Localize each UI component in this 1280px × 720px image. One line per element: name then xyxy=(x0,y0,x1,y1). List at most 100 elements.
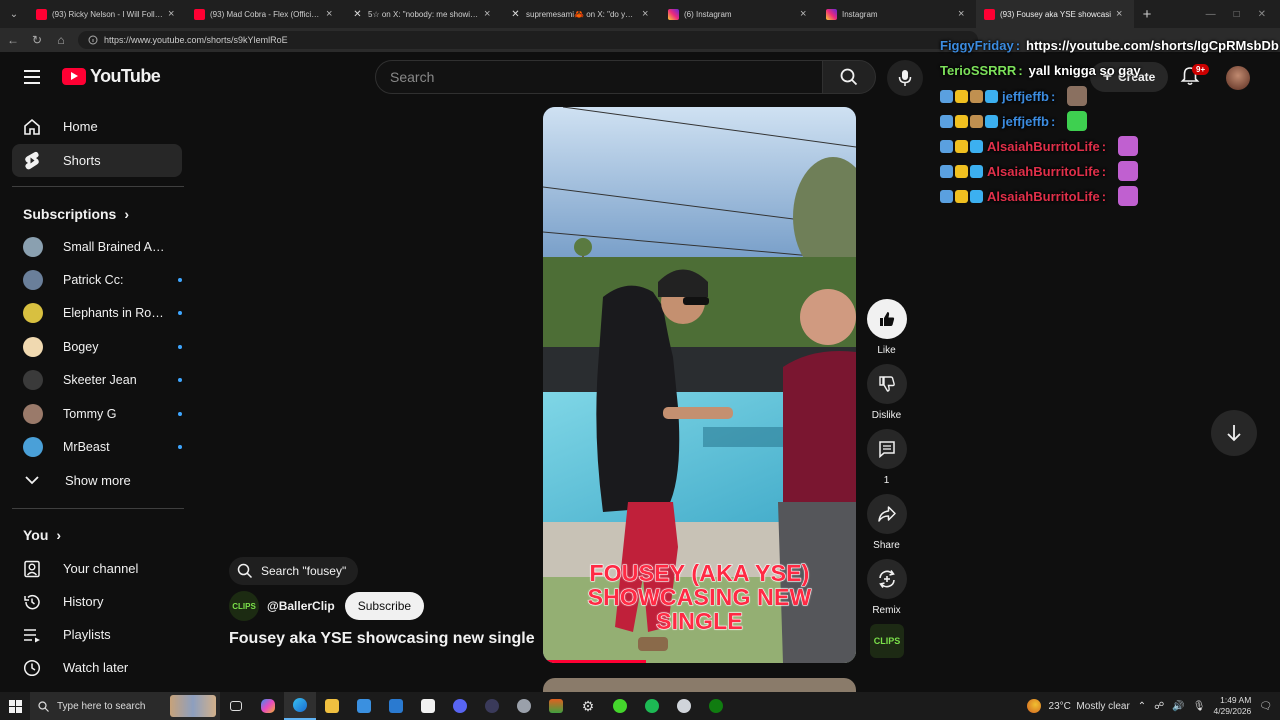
close-tab-icon[interactable]: × xyxy=(958,8,968,20)
browser-tab[interactable]: (93) Mad Cobra - Flex (Official Vide × xyxy=(186,0,344,28)
chat-message: AlsaiahBurritoLife: xyxy=(940,136,1139,156)
weather-text[interactable]: 23°C Mostly clear xyxy=(1049,701,1130,712)
remix-circle xyxy=(866,559,907,599)
browser-tab[interactable]: ✕ supremesami🦀 on X: "do you lik × xyxy=(502,0,660,28)
account-avatar[interactable] xyxy=(1226,66,1250,90)
sidebar-item-history[interactable]: History xyxy=(12,585,182,618)
search-input[interactable]: Search xyxy=(375,60,823,94)
comments-button[interactable]: 1 xyxy=(866,429,907,486)
url-field[interactable]: https://www.youtube.com/shorts/s9kYlemlR… xyxy=(78,31,978,49)
remix-button[interactable]: Remix xyxy=(866,559,907,616)
reload-icon[interactable]: ↻ xyxy=(30,33,44,47)
subscribe-button[interactable]: Subscribe xyxy=(344,592,425,620)
video-progress-bar[interactable] xyxy=(543,660,647,663)
close-tab-icon[interactable]: × xyxy=(168,8,178,20)
subscription-item[interactable]: MrBeast xyxy=(12,430,182,463)
subscription-item[interactable]: Tommy G xyxy=(12,397,182,430)
browser-tab[interactable]: (6) Instagram × xyxy=(660,0,818,28)
subscription-item[interactable]: Skeeter Jean xyxy=(12,364,182,397)
subscription-item[interactable]: Patrick Cc: xyxy=(12,263,182,296)
weather-icon[interactable] xyxy=(1026,699,1041,713)
channel-handle[interactable]: @BallerClip xyxy=(267,599,335,613)
chat-badge-icon xyxy=(955,164,968,178)
you-heading[interactable]: You › xyxy=(23,527,61,543)
dislike-button[interactable]: Dislike xyxy=(866,364,907,421)
like-button[interactable]: Like xyxy=(866,299,907,356)
browser-tab[interactable]: (93) Ricky Nelson - I Will Follow Yo × xyxy=(28,0,186,28)
discord-icon[interactable] xyxy=(444,692,476,720)
browser-tab[interactable]: ✕ 5☆ on X: "nobody: me showing hi × xyxy=(344,0,502,28)
youtube-logo[interactable]: YouTube xyxy=(62,66,161,87)
tab-actions-chevron-icon[interactable]: ⌄ xyxy=(0,0,28,28)
notification-center-icon[interactable]: 🗨 xyxy=(1259,701,1272,712)
steam-icon[interactable] xyxy=(668,692,700,720)
close-tab-icon[interactable]: × xyxy=(642,8,652,20)
related-search-label: Search "fousey" xyxy=(261,564,347,578)
voice-search-button[interactable] xyxy=(887,60,923,96)
edge-taskbar-icon[interactable] xyxy=(284,692,316,720)
mail-icon[interactable] xyxy=(380,692,412,720)
clock[interactable]: 1:49 AM 4/29/2026 xyxy=(1213,695,1251,717)
subscription-item[interactable]: Elephants in Roo... xyxy=(12,297,182,330)
sidebar-divider xyxy=(12,508,184,509)
close-window-icon[interactable]: ✕ xyxy=(1258,9,1266,20)
sidebar-item-shorts[interactable]: Shorts xyxy=(12,144,182,177)
sidebar-item-watch-later[interactable]: Watch later xyxy=(12,651,182,684)
microphone-tray-icon[interactable]: 🎙 xyxy=(1193,701,1206,712)
close-tab-icon[interactable]: × xyxy=(1116,8,1126,20)
chat-separator: : xyxy=(1018,63,1023,78)
network-icon[interactable]: ☍ xyxy=(1154,701,1164,712)
channel-avatar[interactable]: CLIPS xyxy=(229,591,259,621)
maximize-icon[interactable]: □ xyxy=(1234,9,1240,20)
sound-channel-avatar[interactable]: CLIPS xyxy=(870,624,904,658)
new-tab-button[interactable]: + xyxy=(1134,6,1160,23)
home-page-icon[interactable]: ⌂ xyxy=(54,33,68,47)
close-tab-icon[interactable]: × xyxy=(800,8,810,20)
subscription-item[interactable]: Small Brained Ame... xyxy=(12,230,182,263)
playlists-icon xyxy=(23,626,41,644)
short-title[interactable]: Fousey aka YSE showcasing new single xyxy=(229,630,535,648)
spotify-icon[interactable] xyxy=(636,692,668,720)
browser-tab-label: supremesami🦀 on X: "do you lik xyxy=(526,9,637,19)
share-button[interactable]: Share xyxy=(866,494,907,551)
volume-icon[interactable]: 🔊 xyxy=(1172,701,1184,712)
minimize-icon[interactable]: — xyxy=(1206,9,1216,20)
chat-emote-icon xyxy=(1118,186,1139,206)
taskbar-search[interactable]: Type here to search xyxy=(30,692,220,720)
document-icon[interactable] xyxy=(412,692,444,720)
task-view-icon[interactable] xyxy=(220,692,252,720)
torch-app-icon[interactable] xyxy=(540,692,572,720)
chevron-up-icon[interactable]: ⌃ xyxy=(1138,701,1146,712)
sidebar-item-playlists[interactable]: Playlists xyxy=(12,618,182,651)
windows-start-icon[interactable] xyxy=(0,699,30,713)
sidebar-item-your-channel[interactable]: Your channel xyxy=(12,552,182,585)
browser-tab[interactable]: (93) Fousey aka YSE showcasi × xyxy=(976,0,1134,28)
shield-app-icon[interactable] xyxy=(508,692,540,720)
xbox-icon[interactable] xyxy=(700,692,732,720)
store-icon[interactable] xyxy=(348,692,380,720)
menu-icon[interactable] xyxy=(24,70,40,84)
app-arrow-icon[interactable] xyxy=(476,692,508,720)
channel-avatar xyxy=(23,303,43,324)
file-explorer-icon[interactable] xyxy=(316,692,348,720)
copilot-icon[interactable] xyxy=(252,692,284,720)
razer-icon[interactable] xyxy=(604,692,636,720)
next-video-button[interactable] xyxy=(1211,410,1257,456)
subscription-item[interactable]: Bogey xyxy=(12,330,182,363)
show-more-button[interactable]: Show more xyxy=(12,464,182,497)
user-square-icon xyxy=(23,560,41,578)
close-tab-icon[interactable]: × xyxy=(326,8,336,20)
settings-gear-icon[interactable]: ⚙ xyxy=(572,692,604,720)
search-icon xyxy=(237,563,253,579)
browser-tab[interactable]: Instagram × xyxy=(818,0,976,28)
chat-badge-icon xyxy=(985,114,998,128)
close-tab-icon[interactable]: × xyxy=(484,8,494,20)
next-short-preview[interactable] xyxy=(543,678,856,692)
short-video-player[interactable]: FOUSEY (AKA YSE) SHOWCASING NEW SINGLE xyxy=(543,107,856,663)
site-info-icon[interactable] xyxy=(88,35,98,45)
sidebar-item-home[interactable]: Home xyxy=(12,110,182,143)
back-icon[interactable]: ← xyxy=(6,33,20,47)
subscriptions-heading[interactable]: Subscriptions › xyxy=(23,206,129,222)
related-search-chip[interactable]: Search "fousey" xyxy=(229,557,359,585)
search-button[interactable] xyxy=(822,60,876,94)
